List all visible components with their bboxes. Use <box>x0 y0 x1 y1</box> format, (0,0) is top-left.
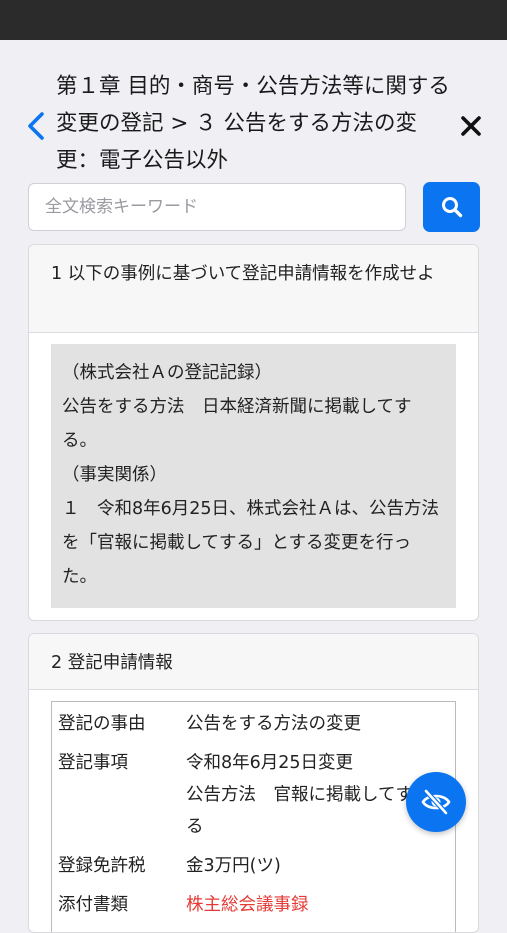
chevron-left-icon[interactable] <box>22 108 52 144</box>
row-key: 登記事項 <box>58 753 128 773</box>
row-value-line: 令和8年6月25日変更 <box>186 753 354 773</box>
row-key: 添付書類 <box>58 895 128 915</box>
eye-off-icon <box>421 789 451 815</box>
search-input[interactable] <box>28 183 406 231</box>
page-header: 第１章 目的・商号・公告方法等に関する変更の登記 > ３ 公告をする方法の変更：… <box>0 62 507 180</box>
row-key: 登録免許税 <box>58 856 146 876</box>
close-icon[interactable] <box>456 110 486 142</box>
row-value: 公告をする方法の変更 <box>186 714 361 734</box>
table-row: 登記事項 令和8年6月25日変更 公告方法 官報に掲載してする <box>58 747 455 843</box>
case-card-heading: 1 以下の事例に基づいて登記申請情報を作成せよ <box>29 245 478 333</box>
case-line: 公告をする方法 日本経済新聞に掲載してする。 <box>62 397 412 451</box>
case-facts-box: （株式会社Ａの登記記録） 公告をする方法 日本経済新聞に掲載してする。 （事実関… <box>51 344 456 608</box>
row-key: 登記の事由 <box>58 714 146 734</box>
search-button[interactable] <box>423 182 480 232</box>
page-title: 第１章 目的・商号・公告方法等に関する変更の登記 > ３ 公告をする方法の変更：… <box>56 74 450 173</box>
case-line: １ 令和8年6月25日、株式会社Ａは、公告方法を「官報に掲載してする」とする変更… <box>62 499 440 587</box>
table-row: 登録免許税 金3万円(ツ) <box>58 850 455 882</box>
search-icon <box>441 197 462 218</box>
case-line: （事実関係） <box>62 465 167 485</box>
table-row: 登記の事由 公告をする方法の変更 <box>58 708 455 740</box>
application-card-heading: 2 登記申請情報 <box>29 634 478 690</box>
case-card: 1 以下の事例に基づいて登記申請情報を作成せよ （株式会社Ａの登記記録） 公告を… <box>28 244 479 621</box>
toggle-visibility-button[interactable] <box>406 772 466 832</box>
status-bar <box>0 0 507 40</box>
application-table: 登記の事由 公告をする方法の変更 登記事項 令和8年6月25日変更 公告方法 官… <box>51 701 456 932</box>
case-line: （株式会社Ａの登記記録） <box>62 363 272 383</box>
row-value-line: 公告方法 官報に掲載してする <box>186 785 413 837</box>
row-value: 株主総会議事録 <box>186 895 309 915</box>
row-value: 金3万円(ツ) <box>186 856 281 876</box>
table-row: 添付書類 株主総会議事録 <box>58 889 455 921</box>
